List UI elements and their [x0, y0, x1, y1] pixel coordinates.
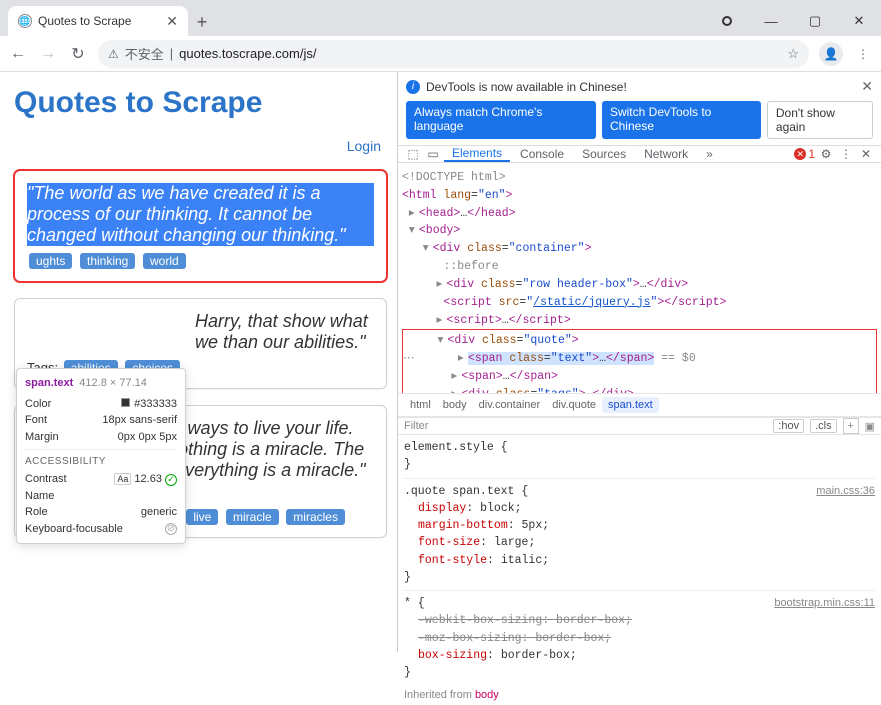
- window-buttons: — ▢ ✕: [705, 6, 881, 36]
- profile-icon[interactable]: 👤: [819, 42, 843, 66]
- toggle-computed-icon[interactable]: ▣: [865, 420, 875, 433]
- devtools-banner: i DevTools is now available in Chinese! …: [398, 72, 881, 101]
- css-rules[interactable]: element.style { } main.css:36 .quote spa…: [398, 435, 881, 685]
- tooltip-a11y-heading: ACCESSIBILITY: [25, 454, 177, 469]
- reload-button[interactable]: ↻: [68, 44, 88, 64]
- cls-toggle[interactable]: .cls: [810, 419, 837, 433]
- tag[interactable]: world: [143, 253, 186, 269]
- devtools-close-icon[interactable]: ✕: [857, 147, 875, 161]
- chrome-account-icon[interactable]: [705, 6, 749, 36]
- tag[interactable]: live: [186, 509, 218, 525]
- element-tooltip: span.text412.8 × 77.14 Color#333333 Font…: [16, 368, 186, 544]
- source-link[interactable]: bootstrap.min.css:11: [774, 595, 875, 612]
- tab-close-icon[interactable]: ✕: [166, 13, 178, 30]
- quote-text: Harry, that show what we than our abilit…: [195, 311, 374, 353]
- info-icon: i: [406, 80, 420, 94]
- lang-switch-button[interactable]: Switch DevTools to Chinese: [602, 101, 761, 139]
- quote-tags: ughts thinking world: [27, 251, 374, 271]
- bookmark-star-icon[interactable]: ☆: [787, 46, 799, 62]
- browser-tab[interactable]: 🌐 Quotes to Scrape ✕: [8, 6, 188, 36]
- window-close[interactable]: ✕: [837, 6, 881, 36]
- quote-card: "The world as we have created it is a pr…: [14, 170, 387, 282]
- login-link[interactable]: Login: [14, 138, 387, 154]
- devtools-panel: i DevTools is now available in Chinese! …: [398, 72, 881, 652]
- check-icon: ✓: [165, 474, 177, 486]
- devtools-tabs: ⬚ ▭ Elements Console Sources Network » ✕…: [398, 145, 881, 163]
- window-minimize[interactable]: —: [749, 6, 793, 36]
- tag[interactable]: miracle: [226, 509, 279, 525]
- hov-toggle[interactable]: :hov: [773, 419, 804, 433]
- window-maximize[interactable]: ▢: [793, 6, 837, 36]
- tooltip-selector: span.text: [25, 375, 73, 392]
- filter-input[interactable]: Filter: [404, 420, 767, 432]
- insecure-icon: ⚠: [108, 47, 119, 61]
- new-rule-button[interactable]: +: [843, 418, 859, 434]
- language-buttons: Always match Chrome's language Switch De…: [398, 101, 881, 145]
- tab-title: Quotes to Scrape: [38, 14, 160, 28]
- dom-tree[interactable]: <!DOCTYPE html> <html lang="en"> ▸<head>…: [398, 163, 881, 393]
- tag[interactable]: ughts: [29, 253, 72, 269]
- banner-text: DevTools is now available in Chinese!: [426, 80, 627, 94]
- quote-text: "The world as we have created it is a pr…: [27, 183, 374, 246]
- back-button[interactable]: ←: [8, 45, 28, 63]
- chrome-menu-icon[interactable]: ⋮: [853, 47, 873, 61]
- banner-close-icon[interactable]: ✕: [861, 78, 873, 95]
- insecure-label: 不安全: [125, 44, 164, 63]
- inspect-icon[interactable]: ⬚: [404, 147, 422, 161]
- forward-button[interactable]: →: [38, 45, 58, 63]
- tab-elements[interactable]: Elements: [444, 146, 510, 162]
- inherited-from: Inherited from body: [398, 685, 881, 705]
- globe-icon: 🌐: [18, 14, 32, 28]
- tag[interactable]: thinking: [80, 253, 135, 269]
- styles-filter-row: Filter :hov .cls + ▣: [398, 418, 881, 435]
- lang-match-button[interactable]: Always match Chrome's language: [406, 101, 596, 139]
- address-field[interactable]: ⚠ 不安全 | quotes.toscrape.com/js/ ☆: [98, 40, 809, 68]
- tabs-more[interactable]: »: [698, 146, 721, 162]
- source-link[interactable]: main.css:36: [816, 483, 875, 500]
- titlebar: 🌐 Quotes to Scrape ✕ + — ▢ ✕: [0, 0, 881, 36]
- no-icon: ⊘: [165, 523, 177, 535]
- more-icon[interactable]: ⋮: [837, 147, 855, 161]
- tag[interactable]: miracles: [286, 509, 345, 525]
- url-bar: ← → ↻ ⚠ 不安全 | quotes.toscrape.com/js/ ☆ …: [0, 36, 881, 72]
- tab-console[interactable]: Console: [512, 146, 572, 162]
- tooltip-dims: 412.8 × 77.14: [79, 375, 147, 392]
- page-title[interactable]: Quotes to Scrape: [14, 86, 387, 120]
- url-text: quotes.toscrape.com/js/: [179, 46, 316, 61]
- tab-network[interactable]: Network: [636, 146, 696, 162]
- breadcrumb[interactable]: html body div.container div.quote span.t…: [398, 393, 881, 417]
- tab-sources[interactable]: Sources: [574, 146, 634, 162]
- device-icon[interactable]: ▭: [424, 147, 442, 161]
- gear-icon[interactable]: ⚙: [817, 147, 835, 161]
- new-tab-button[interactable]: +: [188, 8, 216, 36]
- lang-dont-button[interactable]: Don't show again: [767, 101, 873, 139]
- error-count[interactable]: ✕1: [794, 147, 815, 161]
- page-content: Quotes to Scrape Login "The world as we …: [0, 72, 398, 652]
- color-swatch-icon: [121, 398, 130, 407]
